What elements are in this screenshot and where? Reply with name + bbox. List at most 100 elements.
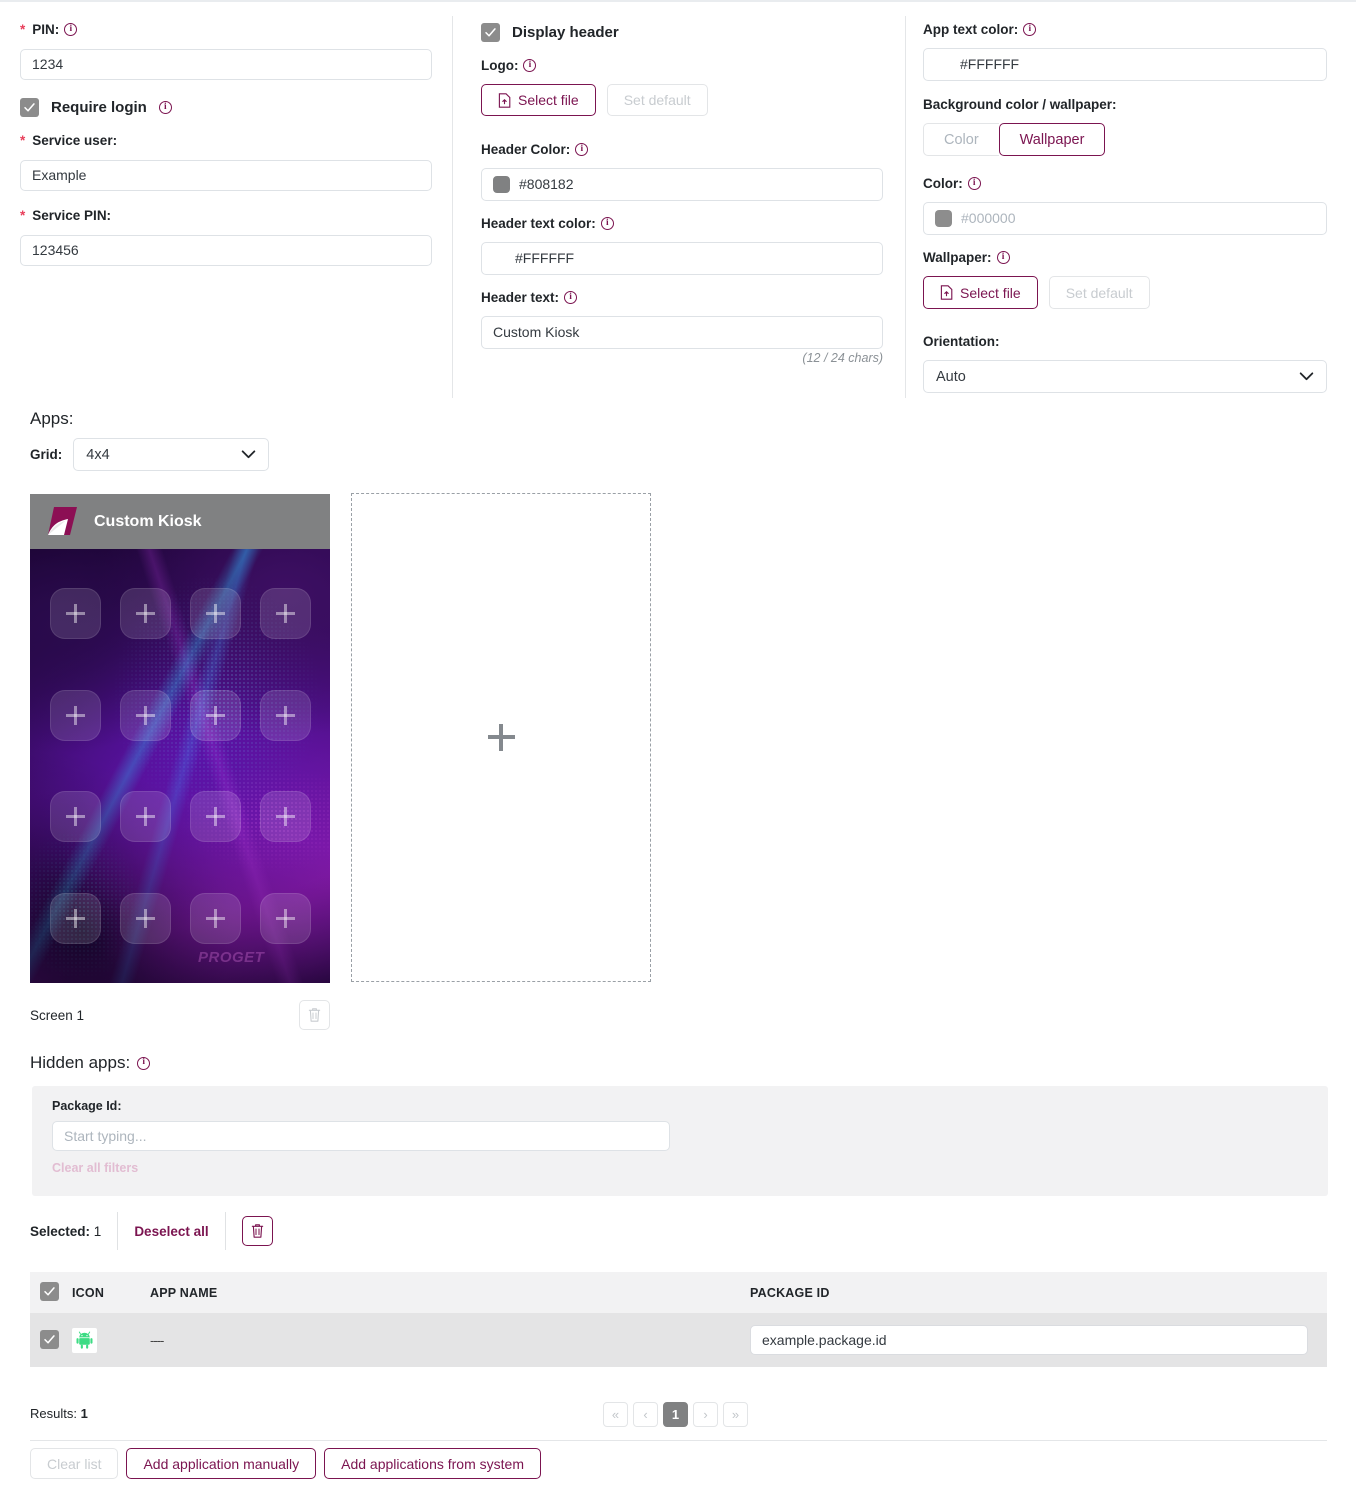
require-login-checkbox[interactable]: [20, 98, 39, 117]
kiosk-app-slot-grid: [30, 549, 330, 983]
delete-screen-button[interactable]: [299, 1000, 330, 1030]
info-icon[interactable]: i: [137, 1056, 151, 1070]
app-slot[interactable]: [259, 791, 311, 843]
info-icon[interactable]: i: [564, 291, 578, 305]
plus-icon: [135, 807, 155, 827]
add-applications-from-system-button[interactable]: Add applications from system: [324, 1448, 541, 1479]
pagination: « ‹ 1 › »: [603, 1402, 748, 1427]
service-user-label-text: Service user:: [32, 133, 118, 148]
app-slot[interactable]: [189, 689, 241, 741]
add-screen-placeholder[interactable]: [351, 493, 651, 982]
pin-input[interactable]: 1234: [20, 49, 432, 80]
info-icon[interactable]: i: [1023, 23, 1037, 37]
app-slot[interactable]: [119, 689, 171, 741]
orientation-label-text: Orientation:: [923, 334, 1000, 349]
deselect-all-button[interactable]: Deselect all: [134, 1224, 208, 1239]
header-text-color-label-text: Header text color:: [481, 216, 596, 231]
app-slot[interactable]: [49, 892, 101, 944]
background-mode-wallpaper-option[interactable]: Wallpaper: [998, 123, 1106, 156]
display-header-checkbox[interactable]: [481, 23, 500, 42]
add-application-manually-button[interactable]: Add application manually: [126, 1448, 317, 1479]
plus-icon: [135, 604, 155, 624]
clear-list-button[interactable]: Clear list: [30, 1448, 119, 1479]
app-slot[interactable]: [119, 791, 171, 843]
app-text-color-input[interactable]: #FFFFFF: [923, 48, 1327, 81]
app-slot[interactable]: [189, 791, 241, 843]
orientation-select[interactable]: Auto: [923, 360, 1327, 393]
app-slot[interactable]: [189, 892, 241, 944]
app-slot[interactable]: [49, 791, 101, 843]
background-mode-color-option[interactable]: Color: [923, 123, 999, 156]
grid-size-select[interactable]: 4x4: [73, 438, 270, 471]
required-star: *: [20, 22, 26, 37]
wallpaper-set-default-button[interactable]: Set default: [1048, 276, 1150, 309]
grid-size-value: 4x4: [86, 446, 110, 463]
require-login-label: Require login: [51, 99, 147, 116]
row-package-id-input[interactable]: example.package.id: [750, 1325, 1308, 1355]
background-color-swatch[interactable]: [935, 210, 952, 227]
grid-label: Grid:: [30, 447, 63, 462]
column-header-icon[interactable]: ICON: [72, 1286, 150, 1300]
display-header-row[interactable]: Display header: [481, 23, 619, 42]
settings-top-section: * PIN: i 1234 Require login i * Service …: [0, 2, 1356, 398]
delete-selected-button[interactable]: [241, 1216, 273, 1246]
kiosk-wallpaper: PROGET: [30, 549, 330, 983]
table-row[interactable]: ---- example.package.id: [30, 1313, 1327, 1367]
column-header-app-name[interactable]: APP NAME: [150, 1286, 750, 1300]
background-color-input[interactable]: #000000: [923, 202, 1327, 235]
pagination-prev[interactable]: ‹: [633, 1402, 658, 1427]
logo-label: Logo: i: [481, 59, 537, 73]
background-mode-toggle: Color Wallpaper: [923, 123, 1106, 156]
app-slot[interactable]: [119, 892, 171, 944]
app-slot[interactable]: [49, 689, 101, 741]
toolbar-divider: [224, 1212, 226, 1250]
info-icon[interactable]: i: [575, 143, 589, 157]
wallpaper-label: Wallpaper: i: [923, 251, 1010, 265]
hidden-apps-table: ICON APP NAME PACKAGE ID ---- example.pa…: [30, 1272, 1327, 1367]
header-text-input[interactable]: Custom Kiosk: [481, 316, 883, 349]
logo-set-default-button[interactable]: Set default: [606, 84, 708, 116]
app-slot[interactable]: [49, 588, 101, 640]
service-user-input[interactable]: Example: [20, 160, 432, 191]
info-icon[interactable]: i: [996, 251, 1010, 265]
trash-icon: [308, 1008, 321, 1022]
info-icon[interactable]: i: [967, 177, 981, 191]
info-icon[interactable]: i: [64, 23, 78, 37]
logo-select-file-button[interactable]: Select file: [481, 84, 596, 116]
logo-buttons: Select file Set default: [481, 84, 708, 116]
app-slot[interactable]: [259, 689, 311, 741]
pagination-next[interactable]: ›: [693, 1402, 718, 1427]
row-checkbox[interactable]: [40, 1329, 59, 1349]
header-color-swatch[interactable]: [493, 176, 510, 193]
require-login-row[interactable]: Require login i: [20, 98, 172, 117]
pagination-last[interactable]: »: [723, 1402, 748, 1427]
clear-all-filters-link[interactable]: Clear all filters: [52, 1161, 1308, 1175]
orientation-value: Auto: [936, 368, 966, 385]
app-text-color-label: App text color: i: [923, 23, 1037, 37]
info-icon[interactable]: i: [600, 217, 614, 231]
results-count-row: Results: 1: [30, 1406, 88, 1421]
app-slot[interactable]: [189, 588, 241, 640]
info-icon[interactable]: i: [158, 101, 172, 114]
pagination-page-1[interactable]: 1: [663, 1402, 688, 1427]
plus-icon: [275, 908, 295, 928]
kiosk-screen-preview[interactable]: Custom Kiosk PROGET: [30, 494, 330, 983]
wallpaper-select-file-button[interactable]: Select file: [923, 276, 1038, 309]
package-id-filter-input[interactable]: Start typing...: [52, 1121, 670, 1151]
app-slot[interactable]: [259, 892, 311, 944]
kiosk-preview-header: Custom Kiosk: [30, 494, 330, 549]
header-text-color-input[interactable]: #FFFFFF: [481, 242, 883, 275]
service-pin-input[interactable]: 123456: [20, 235, 432, 266]
column-header-package-id[interactable]: PACKAGE ID: [750, 1286, 1327, 1300]
header-color-value: #808182: [519, 176, 574, 192]
pin-label: * PIN: i: [20, 22, 78, 37]
plus-icon: [65, 604, 85, 624]
service-user-label: * Service user:: [20, 134, 117, 148]
select-all-checkbox[interactable]: [40, 1282, 59, 1301]
app-slot[interactable]: [259, 588, 311, 640]
app-slot[interactable]: [119, 588, 171, 640]
info-icon[interactable]: i: [523, 59, 537, 73]
header-color-input[interactable]: #808182: [481, 168, 883, 201]
header-text-label-text: Header text:: [481, 290, 560, 305]
pagination-first[interactable]: «: [603, 1402, 628, 1427]
